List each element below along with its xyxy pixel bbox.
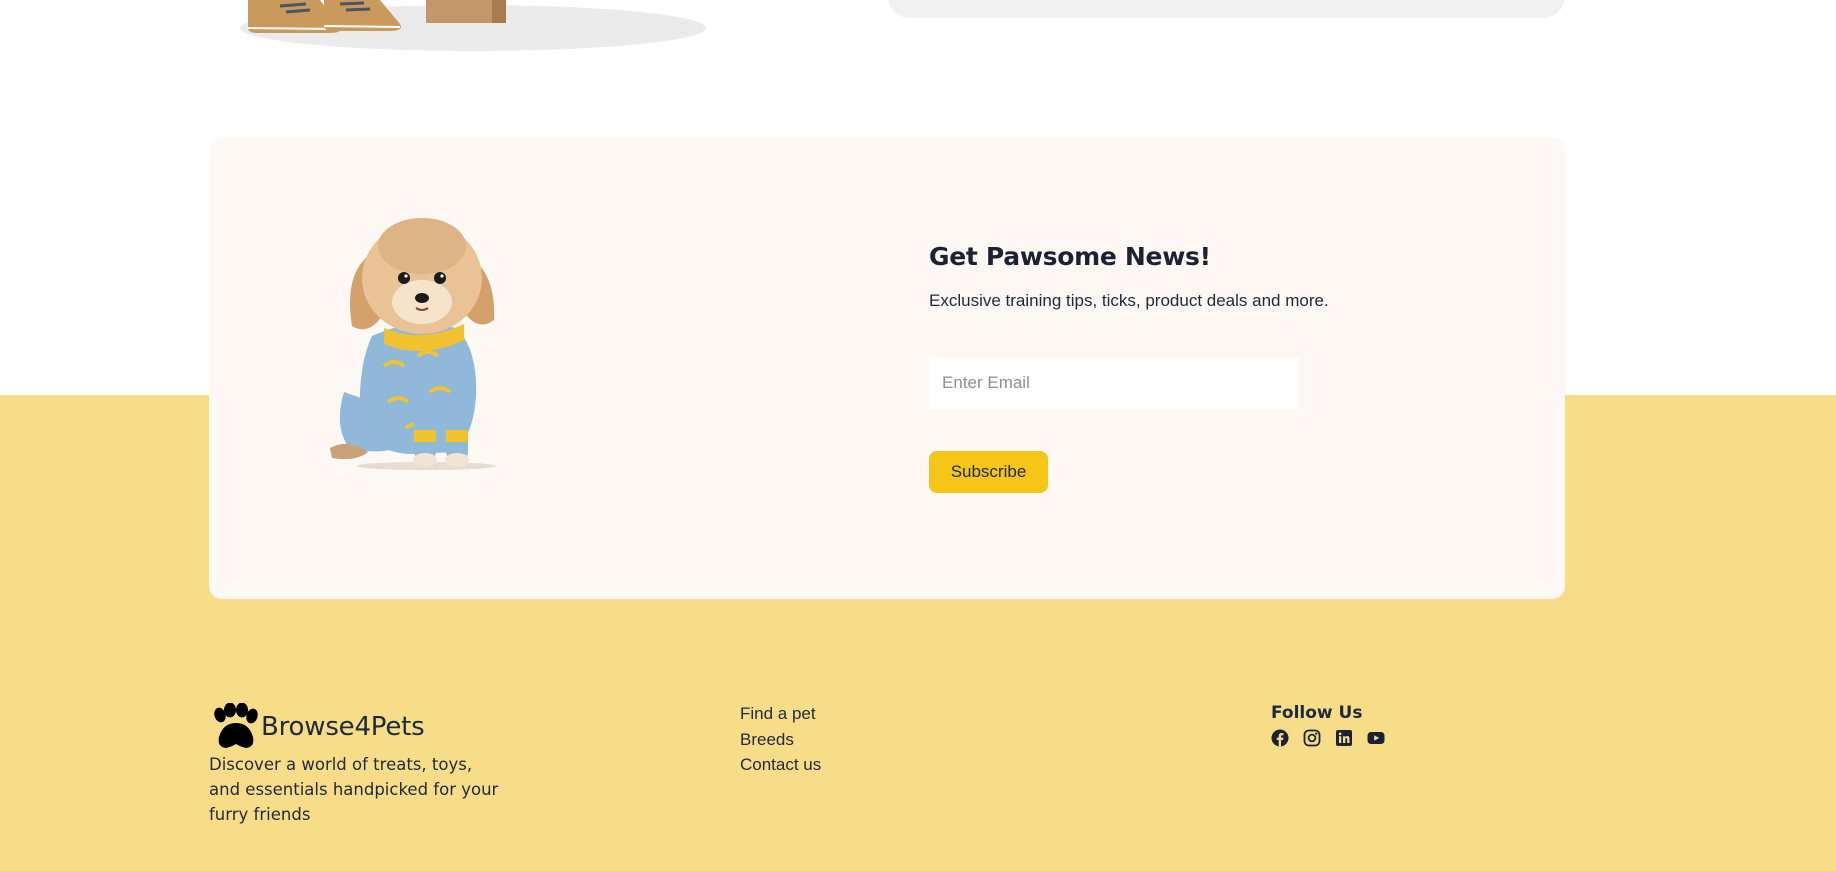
footer-brand[interactable]: Browse4Pets bbox=[209, 703, 425, 750]
brand-description: Discover a world of treats, toys, and es… bbox=[209, 755, 499, 824]
youtube-icon[interactable] bbox=[1367, 729, 1385, 747]
subscribe-button[interactable]: Subscribe bbox=[929, 451, 1048, 493]
footer-link-find-a-pet[interactable]: Find a pet bbox=[740, 701, 821, 727]
dog-in-pajamas-image bbox=[330, 218, 496, 470]
instagram-icon[interactable] bbox=[1303, 729, 1321, 747]
footer-links: Find a pet Breeds Contact us bbox=[740, 701, 821, 778]
social-links bbox=[1271, 729, 1399, 747]
brand-name: Browse4Pets bbox=[261, 711, 425, 742]
facebook-icon[interactable] bbox=[1271, 729, 1289, 747]
footer-link-contact-us[interactable]: Contact us bbox=[740, 752, 821, 778]
paw-icon bbox=[214, 703, 258, 748]
footer-link-breeds[interactable]: Breeds bbox=[740, 727, 821, 753]
newsletter-title: Get Pawsome News! bbox=[929, 242, 1211, 271]
newsletter-description: Exclusive training tips, ticks, product … bbox=[929, 291, 1329, 310]
follow-us-title: Follow Us bbox=[1271, 703, 1363, 723]
linkedin-icon[interactable] bbox=[1335, 729, 1353, 747]
email-input[interactable] bbox=[929, 357, 1299, 409]
illustration-feet-box bbox=[240, 0, 706, 51]
previous-section-card bbox=[888, 0, 1565, 18]
